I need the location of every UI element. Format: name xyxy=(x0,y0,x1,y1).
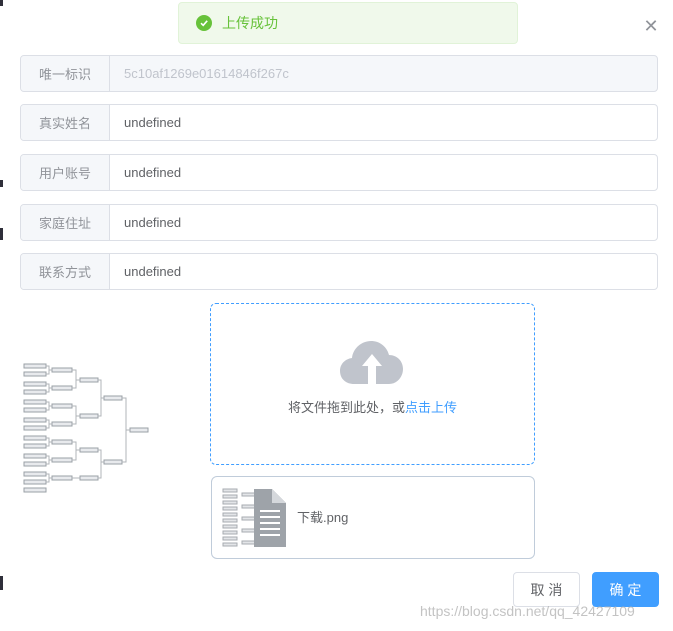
drag-text: 将文件拖到此处，或 xyxy=(287,400,405,415)
field-label: 家庭住址 xyxy=(21,205,110,240)
background-edge xyxy=(0,576,3,590)
id-input xyxy=(110,56,657,91)
upload-dropzone[interactable]: 将文件拖到此处，或点击上传 xyxy=(210,303,535,465)
field-address: 家庭住址 xyxy=(20,204,658,241)
cancel-button[interactable]: 取 消 xyxy=(513,572,580,607)
cloud-upload-icon xyxy=(340,338,404,391)
success-check-icon xyxy=(196,15,212,31)
field-label: 联系方式 xyxy=(21,254,110,289)
field-label: 唯一标识 xyxy=(21,56,110,91)
upload-hint: 将文件拖到此处，或点击上传 xyxy=(211,397,534,416)
watermark-text: https://blog.csdn.net/qq_42427109 xyxy=(420,603,635,619)
confirm-button[interactable]: 确 定 xyxy=(592,572,659,607)
real-name-input[interactable] xyxy=(110,105,657,140)
field-account: 用户账号 xyxy=(20,154,658,191)
background-edge xyxy=(0,180,3,187)
background-edge xyxy=(0,228,3,240)
address-input[interactable] xyxy=(110,205,657,240)
file-name: 下载.png xyxy=(297,510,349,525)
contact-input[interactable] xyxy=(110,254,657,289)
account-input[interactable] xyxy=(110,155,657,190)
background-edge xyxy=(0,0,3,6)
close-icon[interactable]: ✕ xyxy=(642,17,660,35)
field-label: 用户账号 xyxy=(21,155,110,190)
avatar-preview-image xyxy=(22,358,152,498)
file-thumbnail xyxy=(222,487,288,549)
toast-message: 上传成功 xyxy=(222,15,278,31)
field-contact: 联系方式 xyxy=(20,253,658,290)
uploaded-file-item[interactable]: 下载.png xyxy=(211,476,535,559)
field-label: 真实姓名 xyxy=(21,105,110,140)
upload-success-toast: 上传成功 xyxy=(178,2,518,44)
click-upload-link[interactable]: 点击上传 xyxy=(405,400,457,415)
field-real-name: 真实姓名 xyxy=(20,104,658,141)
field-id: 唯一标识 xyxy=(20,55,658,92)
